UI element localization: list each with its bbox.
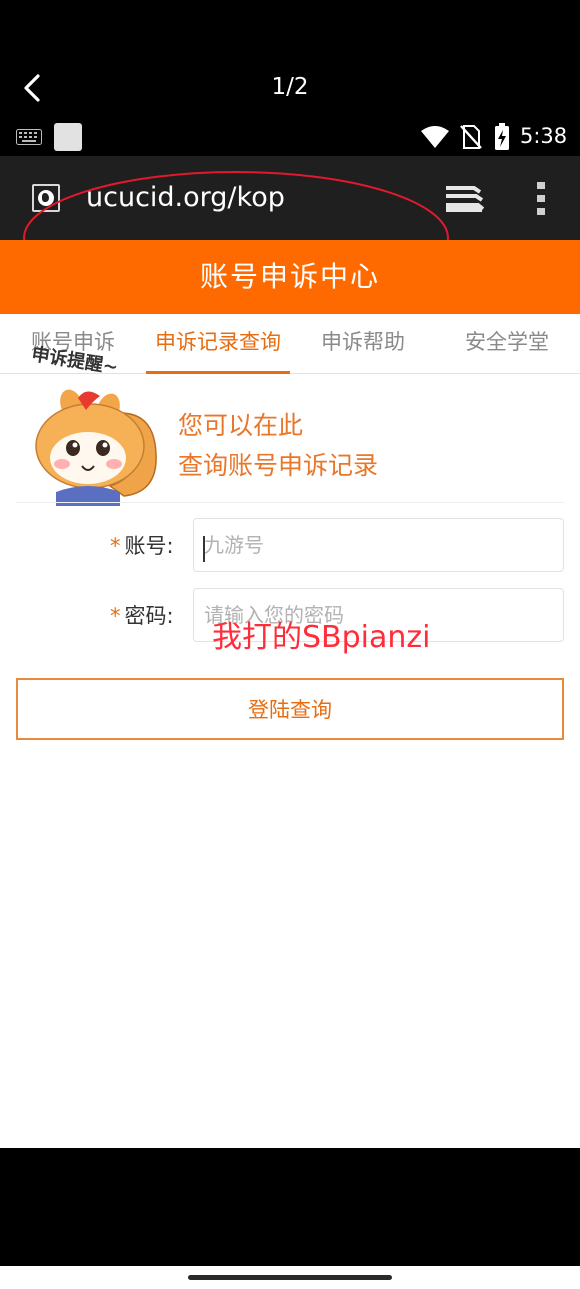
page-counter: 1/2	[271, 74, 309, 100]
image-viewer-bar: 1/2	[0, 0, 580, 120]
battery-charging-icon	[495, 123, 509, 150]
password-label-text: 密码:	[124, 604, 174, 628]
home-handle[interactable]	[188, 1275, 392, 1280]
text-caret	[203, 536, 205, 562]
squirrel-mascot	[35, 389, 157, 506]
keyboard-icon	[16, 129, 42, 145]
globe-page-icon[interactable]	[32, 184, 60, 212]
account-label: * 账号:	[110, 530, 174, 560]
tab-security-school[interactable]: 安全学堂	[448, 314, 566, 374]
image-icon	[54, 123, 82, 151]
url-bar[interactable]: ucucid.org/kop	[86, 182, 285, 213]
account-input[interactable]	[193, 518, 564, 572]
login-query-button[interactable]: 登陆查询	[16, 678, 564, 740]
tab-appeal-records[interactable]: 申诉记录查询	[146, 314, 290, 374]
more-vertical-icon[interactable]	[536, 182, 546, 216]
page-title: 账号申诉中心	[0, 240, 580, 314]
hero-text-line1: 您可以在此	[178, 411, 304, 440]
no-sim-icon	[460, 125, 482, 149]
status-bar: 5:38	[0, 120, 580, 156]
browser-toolbar: ucucid.org/kop	[0, 156, 580, 240]
hero-text-line2: 查询账号申诉记录	[178, 451, 379, 480]
tabs-stack-icon[interactable]	[444, 184, 484, 214]
annotation-text: 我打的SBpianzi	[212, 620, 431, 655]
bottom-area	[0, 1148, 580, 1266]
divider	[16, 502, 564, 503]
web-content: 账号申诉 申诉记录查询 申诉帮助 安全学堂 申诉提醒~ 您可以在此 查询账号申诉…	[0, 314, 580, 1148]
clock: 5:38	[520, 124, 568, 148]
account-label-text: 账号:	[124, 534, 174, 558]
required-mark: *	[110, 604, 121, 628]
wifi-icon	[421, 126, 449, 148]
gesture-nav-bar	[0, 1266, 580, 1289]
password-label: * 密码:	[110, 600, 174, 630]
tab-appeal-help[interactable]: 申诉帮助	[304, 314, 422, 374]
required-mark: *	[110, 534, 121, 558]
